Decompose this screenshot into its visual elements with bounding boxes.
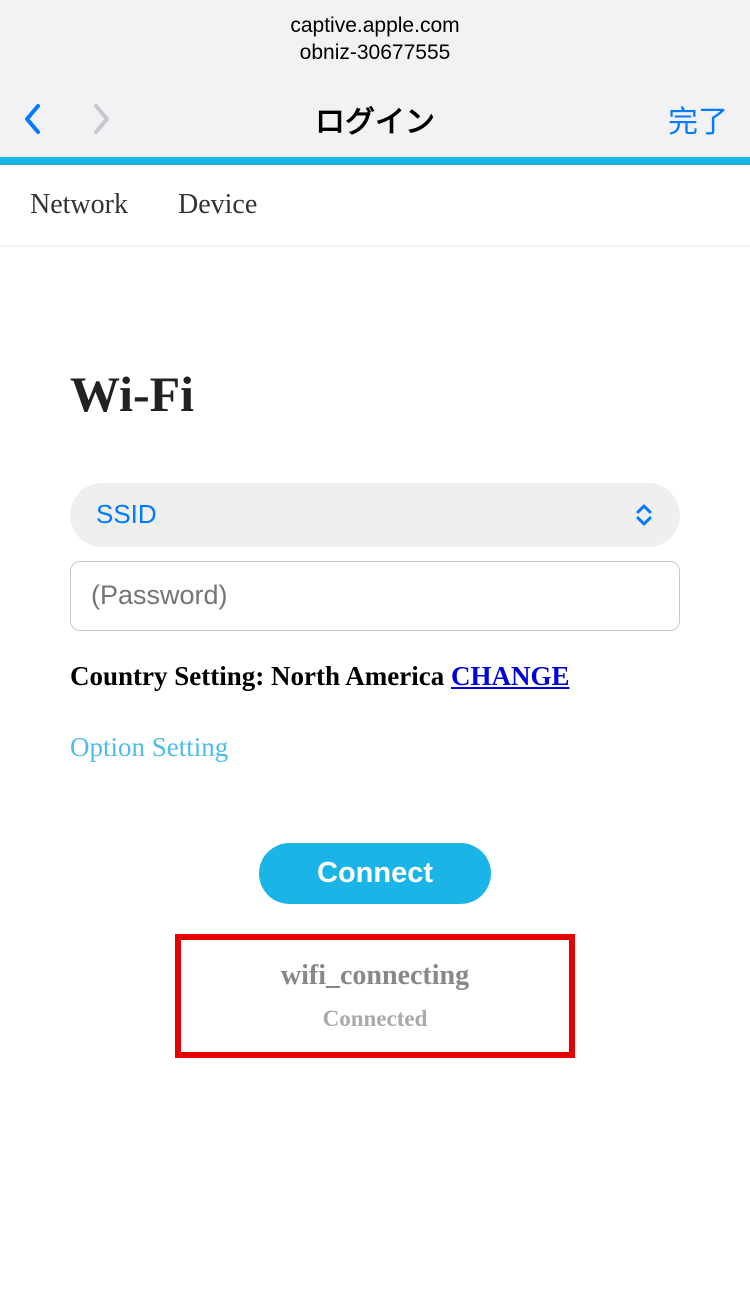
nav-bar: ログイン 完了 <box>0 67 750 157</box>
status-secondary: Connected <box>181 1006 569 1032</box>
back-button[interactable] <box>22 102 42 136</box>
select-arrows-icon <box>634 503 654 527</box>
option-setting-link[interactable]: Option Setting <box>70 732 680 763</box>
connect-section: Connect wifi_connecting Connected <box>70 843 680 1058</box>
password-input[interactable] <box>70 561 680 631</box>
status-box: wifi_connecting Connected <box>175 934 575 1058</box>
nav-title: ログイン <box>315 97 435 141</box>
tab-device[interactable]: Device <box>178 189 257 221</box>
captive-url: captive.apple.com obniz-30677555 <box>0 12 750 67</box>
country-value: North America <box>271 661 444 691</box>
captive-ssid: obniz-30677555 <box>0 39 750 66</box>
nav-arrows <box>22 102 112 136</box>
forward-button[interactable] <box>92 102 112 136</box>
progress-bar <box>0 157 750 165</box>
captive-domain: captive.apple.com <box>0 12 750 39</box>
chevron-left-icon <box>23 103 41 135</box>
connect-button[interactable]: Connect <box>259 843 491 904</box>
captive-header: captive.apple.com obniz-30677555 ログイン 完了 <box>0 0 750 157</box>
change-country-link[interactable]: CHANGE <box>451 661 570 691</box>
done-button[interactable]: 完了 <box>668 97 728 141</box>
content: Wi-Fi SSID Country Setting: North Americ… <box>0 245 750 1058</box>
tabs: Network Device <box>0 165 750 245</box>
chevron-right-icon <box>93 103 111 135</box>
ssid-select[interactable]: SSID <box>70 483 680 547</box>
tab-network[interactable]: Network <box>30 189 128 221</box>
ssid-label: SSID <box>96 499 157 530</box>
status-primary: wifi_connecting <box>181 960 569 992</box>
country-label: Country Setting: <box>70 661 271 691</box>
page-title: Wi-Fi <box>70 365 680 423</box>
country-setting: Country Setting: North America CHANGE <box>70 661 680 692</box>
